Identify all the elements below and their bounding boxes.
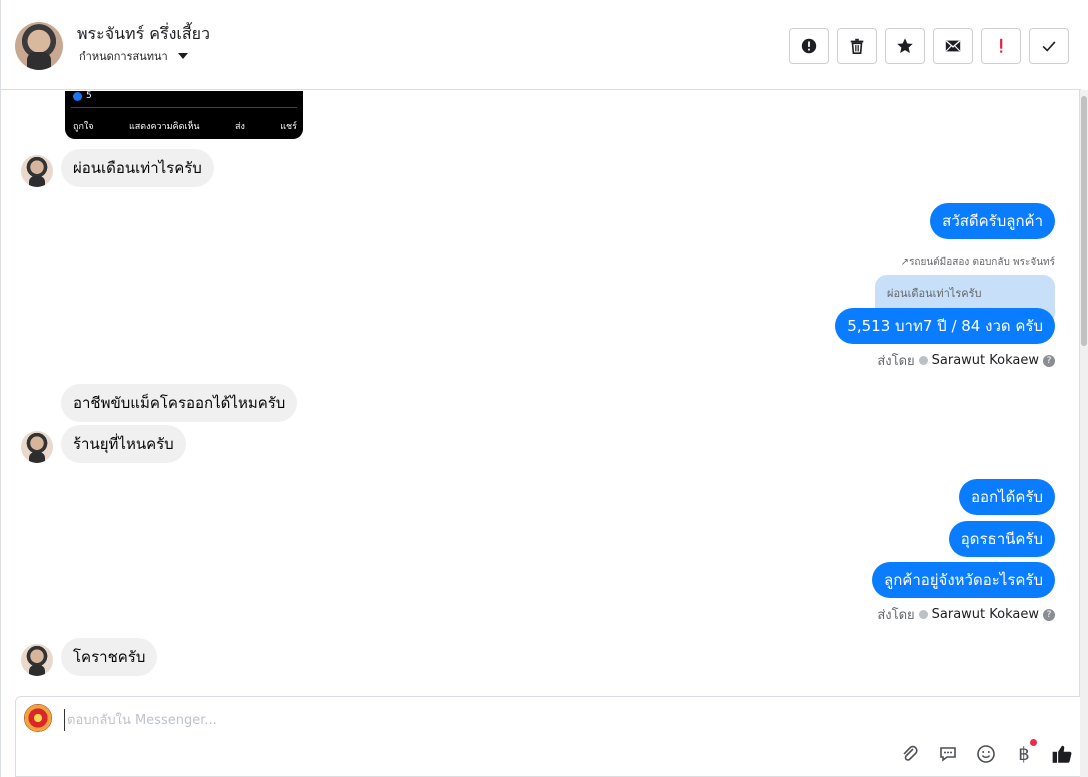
thumbs-up-icon <box>1052 745 1072 763</box>
composer-tools: ฿ <box>899 739 1073 765</box>
page-avatar <box>24 704 52 732</box>
spam-button[interactable] <box>789 28 829 64</box>
divider <box>71 107 297 108</box>
assign-label: กำหนดการสนทนา <box>79 50 168 63</box>
paperclip-icon <box>903 745 918 761</box>
contact-avatar-small[interactable] <box>21 431 53 463</box>
contact-name[interactable]: พระจันทร์ ครึ่งเสี้ยว <box>77 22 210 47</box>
exclamation-icon <box>1000 38 1003 53</box>
star-button[interactable] <box>885 28 925 64</box>
assign-conversation-dropdown[interactable]: กำหนดการสนทนา <box>79 47 188 65</box>
contact-avatar-small[interactable] <box>21 155 53 187</box>
post-send-action: ส่ง <box>234 122 245 132</box>
star-icon <box>897 38 913 54</box>
conversation-toolbar <box>789 28 1069 64</box>
incoming-message[interactable]: อาชีพขับแม็คโครออกได้ไหมครับ <box>61 384 298 422</box>
incoming-message[interactable]: ผ่อนเดือนเท่าไรครับ <box>61 149 214 187</box>
scrollbar-thumb[interactable] <box>1081 96 1087 346</box>
flag-important-button[interactable] <box>981 28 1021 64</box>
caret-down-icon <box>177 53 188 59</box>
incoming-message[interactable]: ร้านยุที่ไหนครับ <box>61 425 186 463</box>
notification-dot <box>1030 739 1037 746</box>
outgoing-message[interactable]: อุดรธานีครับ <box>948 521 1055 557</box>
smiley-icon <box>977 745 995 763</box>
mark-unread-button[interactable] <box>933 28 973 64</box>
envelope-icon <box>945 40 961 52</box>
check-icon <box>1042 41 1056 52</box>
baht-icon: ฿ <box>1018 743 1030 765</box>
verified-icon <box>918 356 928 365</box>
post-share-action: แชร์ <box>280 122 297 132</box>
mark-done-button[interactable] <box>1029 28 1069 64</box>
outgoing-message[interactable]: สวัสดีครับลูกค้า <box>930 203 1055 239</box>
message-thread[interactable]: 5 ถูกใจ แสดงความคิดเห็น ส่ง แชร์ ผ่อนเดื… <box>1 91 1081 695</box>
alert-circle-icon <box>801 38 817 54</box>
outgoing-message[interactable]: ออกได้ครับ <box>959 479 1055 515</box>
reply-context: ↗รถยนต์มือสอง ตอบกลับ พระจันทร์ <box>900 257 1055 268</box>
trash-icon <box>850 38 864 55</box>
attach-button[interactable] <box>899 743 921 765</box>
speech-bubble-icon <box>940 747 956 762</box>
inbox-conversation-panel: พระจันทร์ ครึ่งเสี้ยว กำหนดการสนทนา 5 ถู… <box>0 0 1081 777</box>
post-comment-action: แสดงความคิดเห็น <box>128 122 200 132</box>
agent-name: Sarawut Kokaew <box>931 353 1039 368</box>
delete-button[interactable] <box>837 28 877 64</box>
contact-avatar[interactable] <box>15 22 63 70</box>
like-button[interactable] <box>1051 743 1073 765</box>
saved-replies-button[interactable] <box>937 743 959 765</box>
like-reaction-icon <box>73 91 82 101</box>
reply-composer: ฿ <box>15 696 1081 777</box>
shared-post-preview[interactable]: 5 ถูกใจ แสดงความคิดเห็น ส่ง แชร์ <box>65 91 303 139</box>
outgoing-message[interactable]: ลูกค้าอยู่จังหวัดอะไรครับ <box>872 562 1055 598</box>
reply-input[interactable] <box>64 709 869 731</box>
incoming-message[interactable]: โคราชครับ <box>61 638 158 676</box>
verified-icon <box>918 610 928 619</box>
reaction-count: 5 <box>73 91 92 101</box>
agent-name: Sarawut Kokaew <box>931 607 1039 622</box>
contact-avatar-small[interactable] <box>21 644 53 676</box>
reply-arrow-icon: ↗ <box>900 257 910 268</box>
post-like-action: ถูกใจ <box>73 122 94 132</box>
outgoing-message[interactable]: 5,513 บาท7 ปี / 84 งวด ครับ <box>835 308 1055 344</box>
sent-by-label: ส่งโดย Sarawut Kokaew ? <box>877 350 1055 371</box>
emoji-button[interactable] <box>975 743 997 765</box>
help-icon[interactable]: ? <box>1043 608 1055 621</box>
payment-button[interactable]: ฿ <box>1013 739 1037 765</box>
conversation-header: พระจันทร์ ครึ่งเสี้ยว กำหนดการสนทนา <box>1 0 1081 90</box>
post-actions: ถูกใจ แสดงความคิดเห็น ส่ง แชร์ <box>73 119 297 133</box>
sent-by-label: ส่งโดย Sarawut Kokaew ? <box>877 604 1055 625</box>
help-icon[interactable]: ? <box>1043 354 1055 367</box>
